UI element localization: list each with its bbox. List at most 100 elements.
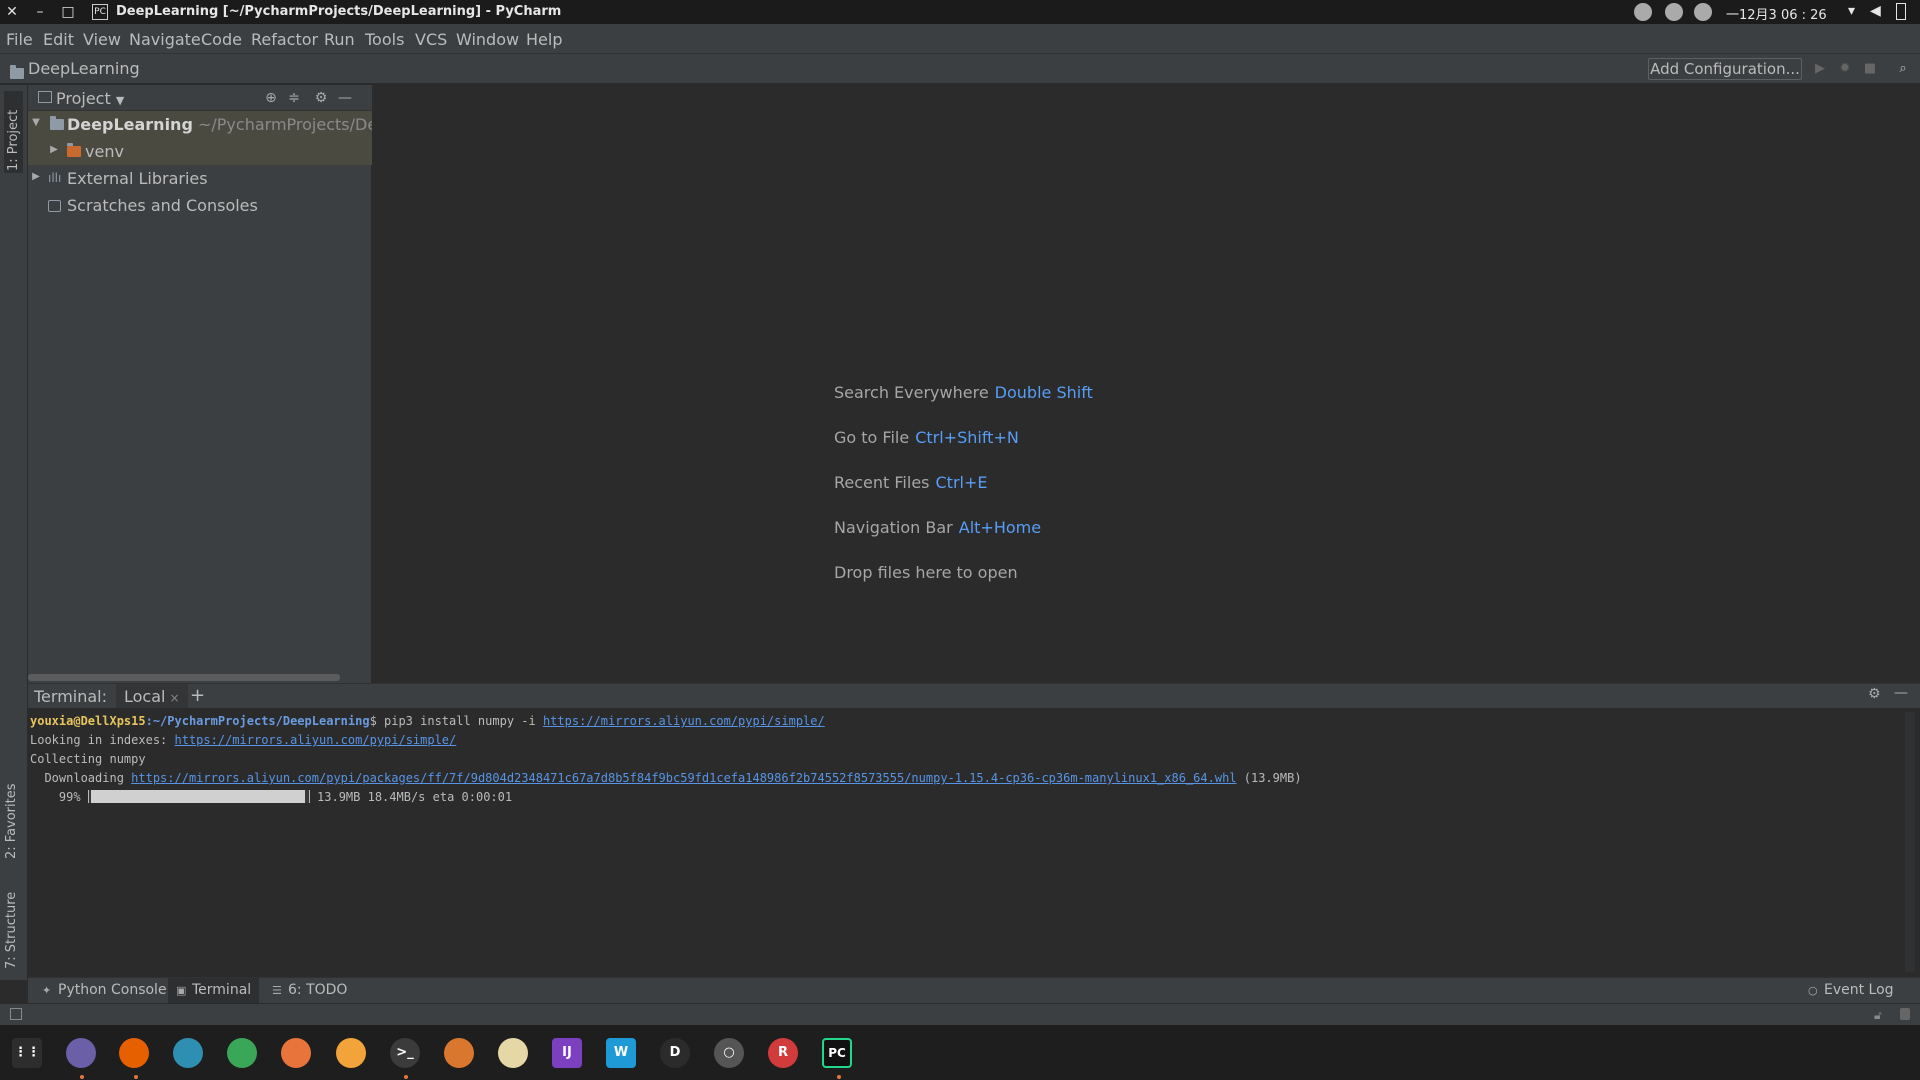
dock-launcher-icon[interactable]: ⋮⋮ bbox=[12, 1038, 42, 1068]
toggle-tool-windows-icon[interactable] bbox=[10, 1008, 22, 1020]
collapse-all-icon[interactable]: ≑ bbox=[285, 89, 303, 107]
tip-navigation-bar: Navigation Bar Alt+Home bbox=[834, 518, 1041, 537]
tree-item-deeplearning[interactable]: ▼ DeepLearning ~/PycharmProjects/DeepLea… bbox=[28, 111, 432, 138]
wifi-icon[interactable]: ▾ bbox=[1848, 3, 1855, 19]
dock-docs-icon[interactable] bbox=[173, 1038, 203, 1068]
dock-firefox-icon[interactable] bbox=[119, 1038, 149, 1068]
event-log-icon: ○ bbox=[1808, 984, 1818, 997]
menu-help[interactable]: Help bbox=[526, 30, 562, 49]
volume-icon[interactable]: ◀ bbox=[1870, 3, 1881, 19]
navigation-bar: DeepLearning Add Configuration... ▶ ✹ ■ … bbox=[0, 54, 1920, 84]
tab-project-label: 1: Project bbox=[6, 109, 21, 171]
dock-intellij-icon[interactable]: IJ bbox=[552, 1038, 582, 1068]
dock-slides-icon[interactable] bbox=[281, 1038, 311, 1068]
output-text: Collecting numpy bbox=[30, 752, 146, 766]
tray-input-icon[interactable] bbox=[1694, 3, 1712, 21]
event-log-button[interactable]: ○ Event Log bbox=[1800, 978, 1902, 1004]
terminal-output[interactable]: youxia@DellXps15:~/PycharmProjects/DeepL… bbox=[30, 712, 1900, 972]
new-terminal-tab-button[interactable]: + bbox=[190, 685, 205, 706]
tree-item-venv[interactable]: ▶ venv bbox=[28, 138, 372, 165]
terminal-link[interactable]: https://mirrors.aliyun.com/pypi/simple/ bbox=[543, 714, 825, 728]
dock-webstorm-icon[interactable]: W bbox=[606, 1038, 636, 1068]
menu-view[interactable]: View bbox=[83, 30, 121, 49]
list-icon: ☰ bbox=[272, 984, 282, 997]
editor-empty-area[interactable]: Search Everywhere Double Shift Go to File… bbox=[372, 85, 1920, 683]
chevron-right-icon[interactable]: ▶ bbox=[48, 144, 60, 156]
tray-app-icon[interactable] bbox=[1634, 3, 1652, 21]
dock: ⋮⋮ >_ IJ W D ○ R PC bbox=[0, 1025, 1920, 1080]
dock-pycharm-icon[interactable]: PC bbox=[822, 1038, 852, 1068]
tip-drop-files: Drop files here to open bbox=[834, 563, 1018, 582]
menu-edit[interactable]: Edit bbox=[43, 30, 74, 49]
dock-files-icon[interactable] bbox=[66, 1038, 96, 1068]
tip-search-everywhere: Search Everywhere Double Shift bbox=[834, 383, 1093, 402]
tree-item-scratches[interactable]: Scratches and Consoles bbox=[28, 192, 372, 219]
terminal-header: Terminal: Local × + ⚙ — bbox=[28, 684, 1920, 708]
command-text: $ pip3 install numpy -i bbox=[369, 714, 543, 728]
menu-bar: File Edit View Navigate Code Refactor Ru… bbox=[0, 24, 1920, 54]
chevron-down-icon[interactable]: ▼ bbox=[30, 117, 42, 129]
dock-app-orange-icon[interactable] bbox=[444, 1038, 474, 1068]
terminal-link[interactable]: https://mirrors.aliyun.com/pypi/simple/ bbox=[175, 733, 457, 747]
gear-icon[interactable]: ⚙ bbox=[312, 89, 330, 107]
tab-project[interactable]: 1: Project bbox=[4, 91, 23, 173]
system-clock[interactable]: 一12月3 06 : 26 bbox=[1726, 4, 1827, 23]
project-view-selector[interactable]: Project ▼ bbox=[56, 89, 124, 108]
dock-app-d-icon[interactable]: D bbox=[660, 1038, 690, 1068]
dock-running-indicator bbox=[80, 1075, 84, 1079]
run-icon[interactable]: ▶ bbox=[1812, 61, 1828, 77]
terminal-tab-local[interactable]: Local × bbox=[116, 684, 188, 708]
battery-icon[interactable] bbox=[1896, 3, 1906, 20]
breadcrumb-project[interactable]: DeepLearning bbox=[28, 59, 140, 78]
tab-favorites[interactable]: 2: Favorites bbox=[4, 763, 19, 859]
gear-icon[interactable]: ⚙ bbox=[1868, 686, 1881, 702]
tab-structure[interactable]: 7: Structure bbox=[4, 873, 19, 969]
memory-indicator-icon[interactable] bbox=[1900, 1008, 1910, 1020]
dock-terminal-icon[interactable]: >_ bbox=[390, 1038, 420, 1068]
stop-icon[interactable]: ■ bbox=[1862, 61, 1878, 77]
tip-shortcut: Ctrl+Shift+N bbox=[915, 428, 1019, 447]
lock-icon[interactable]: 🔓︎ bbox=[1874, 1008, 1882, 1023]
dock-chrome-icon[interactable]: ○ bbox=[714, 1038, 744, 1068]
menu-navigate[interactable]: Navigate bbox=[129, 30, 201, 49]
menu-run[interactable]: Run bbox=[324, 30, 355, 49]
close-tab-icon[interactable]: × bbox=[169, 691, 179, 705]
menu-window[interactable]: Window bbox=[456, 30, 519, 49]
dock-sheets-icon[interactable] bbox=[227, 1038, 257, 1068]
hide-panel-icon[interactable]: — bbox=[1894, 685, 1908, 701]
hide-panel-icon[interactable]: — bbox=[336, 89, 354, 107]
menu-code[interactable]: Code bbox=[201, 30, 242, 49]
terminal-scrollbar[interactable] bbox=[1905, 712, 1915, 972]
dock-app-ring-icon[interactable] bbox=[498, 1038, 528, 1068]
menu-file[interactable]: File bbox=[6, 30, 33, 49]
add-configuration-button[interactable]: Add Configuration... bbox=[1648, 58, 1802, 80]
menu-tools[interactable]: Tools bbox=[365, 30, 404, 49]
tip-shortcut: Ctrl+E bbox=[935, 473, 988, 492]
tray-status-icon[interactable] bbox=[1665, 3, 1683, 21]
close-window-button[interactable]: ✕ bbox=[2, 2, 22, 22]
output-text: Looking in indexes: bbox=[30, 733, 175, 747]
dock-app-r-icon[interactable]: R bbox=[768, 1038, 798, 1068]
terminal-tool-label: Terminal bbox=[192, 982, 252, 998]
dock-music-icon[interactable] bbox=[336, 1038, 366, 1068]
prompt-user: youxia@DellXps15 bbox=[30, 714, 146, 728]
todo-label: 6: TODO bbox=[288, 982, 348, 998]
menu-refactor[interactable]: Refactor bbox=[251, 30, 318, 49]
chevron-right-icon[interactable]: ▶ bbox=[30, 171, 42, 183]
folder-icon bbox=[50, 116, 64, 130]
locate-file-icon[interactable]: ⊕ bbox=[262, 89, 280, 107]
maximize-window-button[interactable]: □ bbox=[58, 2, 78, 22]
download-progress-bar bbox=[87, 790, 310, 803]
horizontal-scrollbar[interactable] bbox=[28, 674, 340, 681]
terminal-link[interactable]: https://mirrors.aliyun.com/pypi/packages… bbox=[131, 771, 1236, 785]
minimize-window-button[interactable]: – bbox=[30, 2, 50, 22]
python-console-button[interactable]: ✦ Python Console bbox=[34, 978, 175, 1004]
debug-icon[interactable]: ✹ bbox=[1837, 61, 1853, 77]
todo-button[interactable]: ☰ 6: TODO bbox=[264, 978, 355, 1004]
search-icon[interactable]: ⌕ bbox=[1895, 61, 1911, 77]
tree-item-external-libraries[interactable]: ▶ ıllı External Libraries bbox=[28, 165, 372, 192]
menu-vcs[interactable]: VCS bbox=[415, 30, 447, 49]
python-icon: ✦ bbox=[42, 984, 52, 997]
terminal-button[interactable]: ▣ Terminal bbox=[168, 978, 260, 1004]
event-log-label: Event Log bbox=[1824, 982, 1894, 998]
